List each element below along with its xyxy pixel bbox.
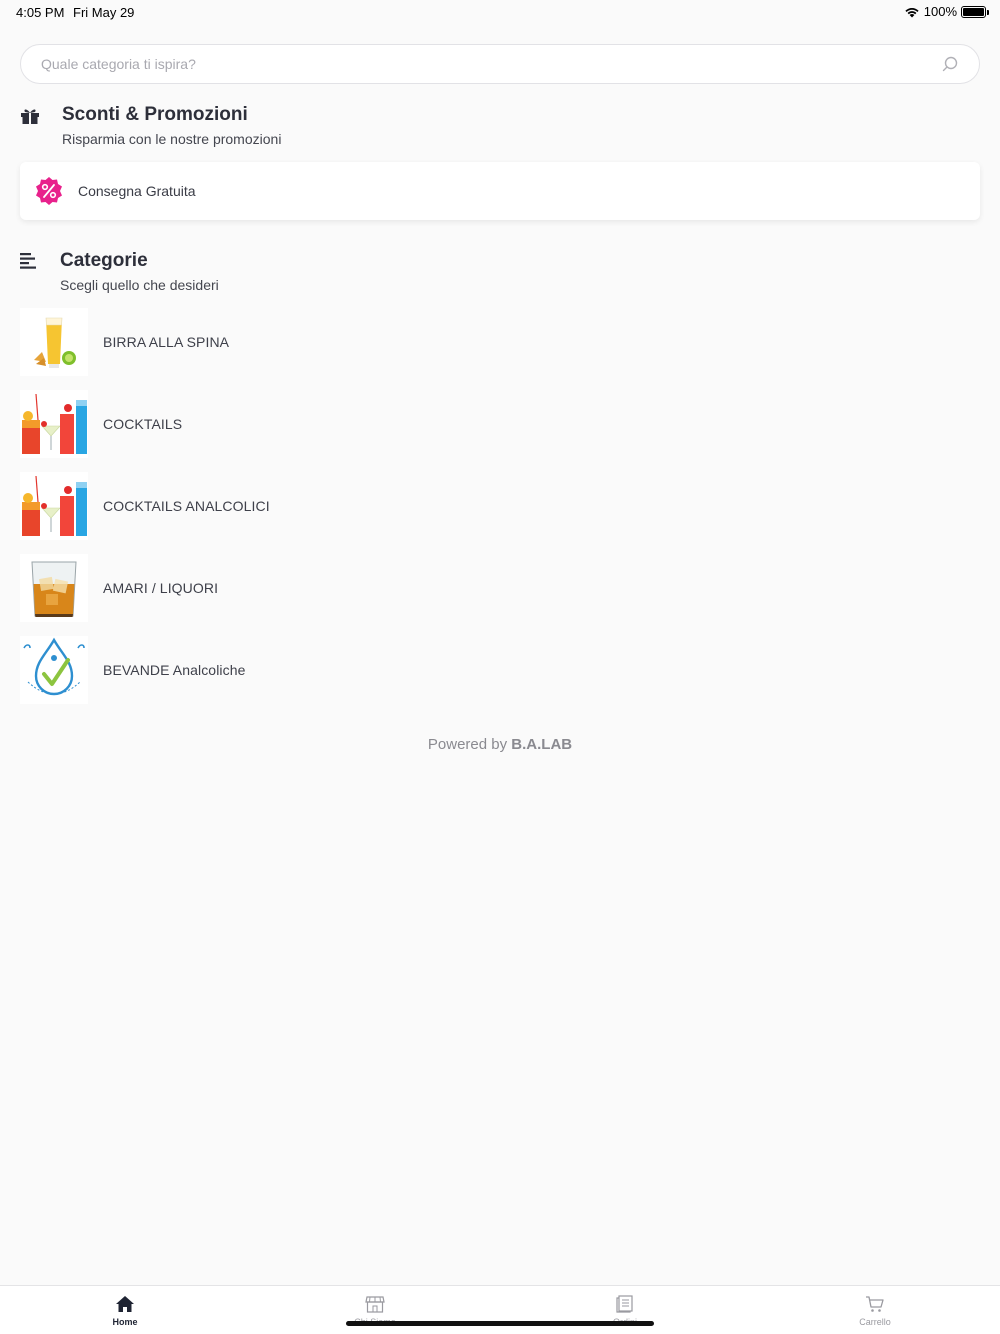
status-bar: 4:05 PM Fri May 29 100% xyxy=(0,0,1000,24)
status-indicators: 100% xyxy=(904,4,989,19)
categories-subtitle: Scegli quello che desideri xyxy=(60,277,219,293)
category-item-bevande-analcoliche[interactable]: BEVANDE Analcoliche xyxy=(20,636,980,704)
tab-home[interactable]: Home xyxy=(0,1286,250,1334)
category-list: BIRRA ALLA SPINA COCKTAILS COCKTAILS ANA… xyxy=(20,308,980,718)
search-bar[interactable] xyxy=(20,44,980,84)
search-icon[interactable] xyxy=(941,55,959,73)
cocktails-image xyxy=(20,472,88,540)
categories-title: Categorie xyxy=(60,250,148,271)
category-label: BIRRA ALLA SPINA xyxy=(103,334,230,350)
promotions-header: Sconti & Promozioni Risparmia con le nos… xyxy=(20,104,281,147)
category-label: AMARI / LIQUORI xyxy=(103,580,219,596)
tab-ordini[interactable]: Ordini xyxy=(500,1286,750,1334)
promo-label: Consegna Gratuita xyxy=(78,183,196,199)
list-icon xyxy=(20,253,36,269)
promotions-subtitle: Risparmia con le nostre promozioni xyxy=(62,131,282,147)
category-label: COCKTAILS xyxy=(103,416,183,432)
status-time: 4:05 PM xyxy=(16,5,65,20)
powered-by: Powered by B.A.LAB xyxy=(0,736,1000,753)
whisky-glass-image xyxy=(20,554,88,622)
category-item-amari-liquori[interactable]: AMARI / LIQUORI xyxy=(20,554,980,622)
category-label: COCKTAILS ANALCOLICI xyxy=(103,498,270,514)
battery-icon xyxy=(961,5,989,18)
powered-prefix: Powered by xyxy=(427,736,508,753)
category-item-birra[interactable]: BIRRA ALLA SPINA xyxy=(20,308,980,376)
category-item-cocktails[interactable]: COCKTAILS xyxy=(20,390,980,458)
promotions-title: Sconti & Promozioni xyxy=(62,104,248,125)
powered-brand: B.A.LAB xyxy=(511,736,573,753)
wifi-icon xyxy=(905,7,919,17)
orders-icon xyxy=(616,1295,633,1313)
cocktails-image xyxy=(20,390,88,458)
category-item-cocktails-analcolici[interactable]: COCKTAILS ANALCOLICI xyxy=(20,472,980,540)
beer-glass-image xyxy=(20,308,88,376)
tab-label: Home xyxy=(112,1317,138,1327)
status-date: Fri May 29 xyxy=(73,5,135,20)
search-input[interactable] xyxy=(41,56,941,72)
promo-card-free-delivery[interactable]: Consegna Gratuita xyxy=(20,162,980,220)
tab-bar: Home Chi Siamo Ordini xyxy=(0,1285,1000,1334)
store-icon xyxy=(365,1296,385,1313)
app-page: 4:05 PM Fri May 29 100% Sco xyxy=(0,0,1000,1334)
percent-badge-icon xyxy=(36,177,62,205)
category-label: BEVANDE Analcoliche xyxy=(103,662,246,678)
home-icon xyxy=(116,1296,134,1312)
cart-icon xyxy=(866,1296,884,1312)
alcohol-free-logo xyxy=(20,636,88,704)
tab-label: Carrello xyxy=(859,1317,891,1327)
gift-icon xyxy=(21,109,39,124)
home-indicator[interactable] xyxy=(346,1321,654,1326)
tab-chi-siamo[interactable]: Chi Siamo xyxy=(250,1286,500,1334)
tab-carrello[interactable]: Carrello xyxy=(750,1286,1000,1334)
battery-percent: 100% xyxy=(923,4,957,19)
categories-header: Categorie Scegli quello che desideri xyxy=(20,250,219,293)
